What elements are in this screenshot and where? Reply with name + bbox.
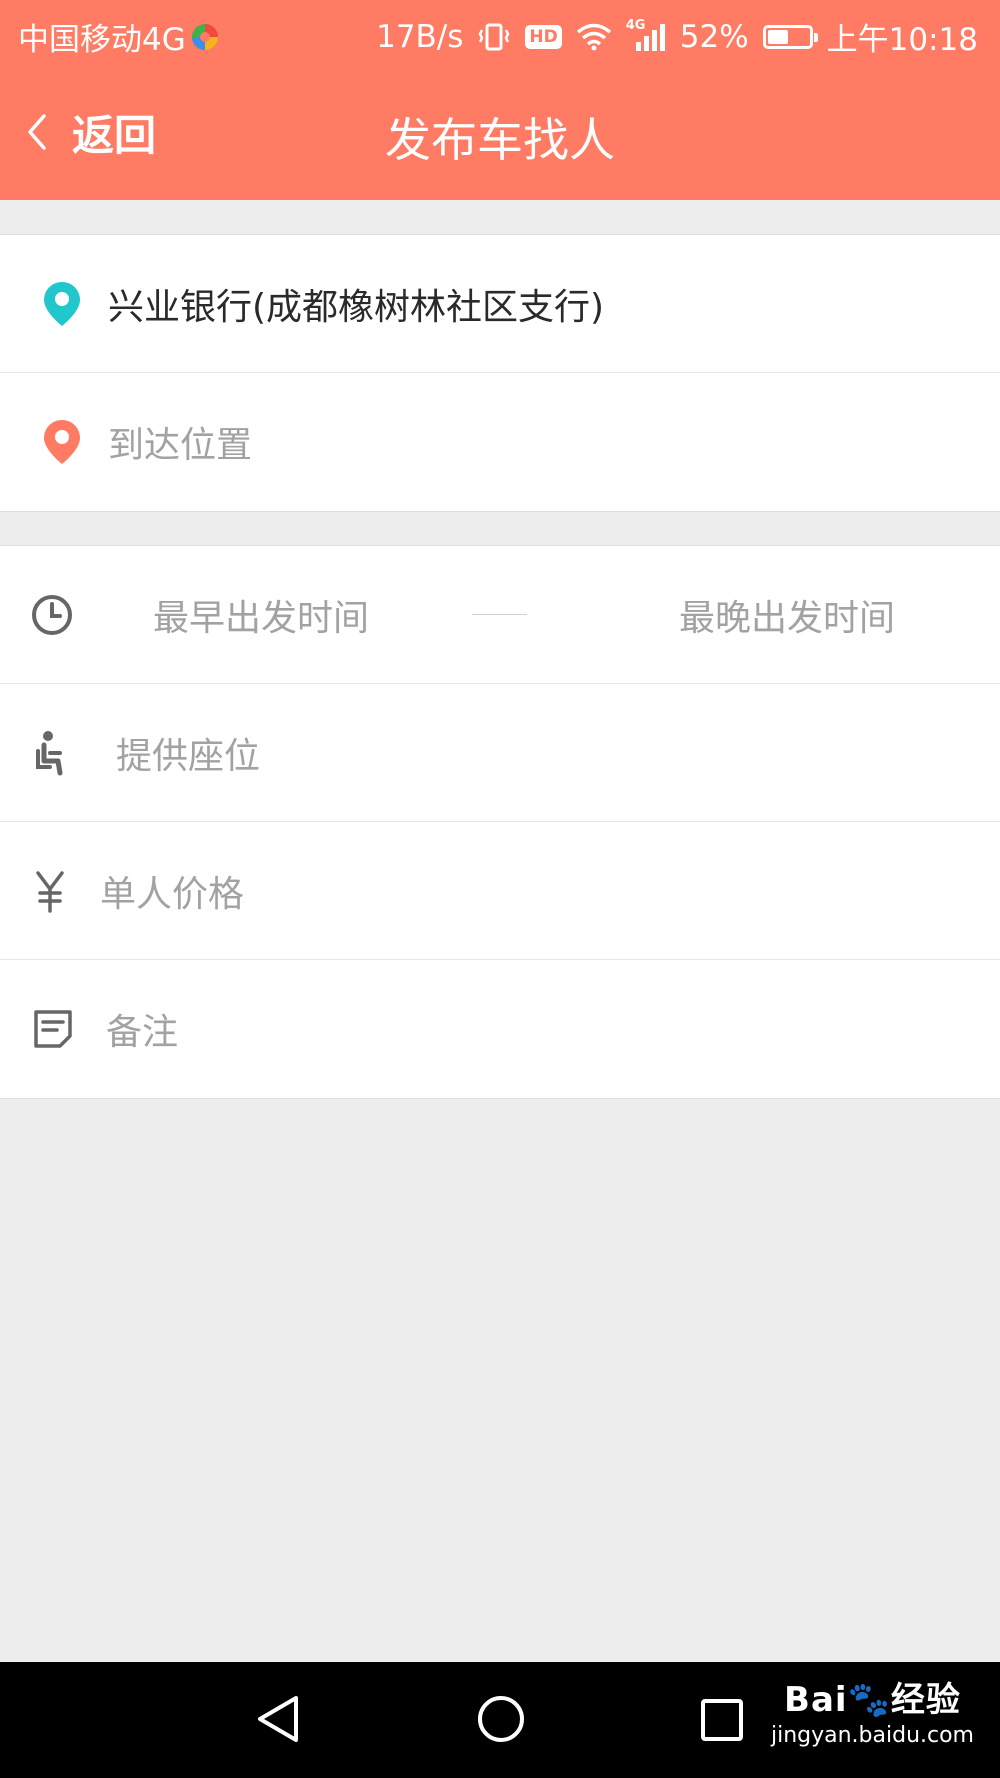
carrier-label: 中国移动4G bbox=[18, 22, 186, 58]
notes-icon bbox=[34, 1010, 72, 1048]
status-bar: 中国移动4G 17B/s HD 4G 52% 上午10:18 bbox=[0, 0, 1000, 66]
paw-icon: 🐾 bbox=[847, 1680, 891, 1720]
notes-input: 备注 bbox=[106, 1012, 179, 1053]
nav-home-button[interactable] bbox=[476, 1694, 526, 1744]
watermark-logo-right: 经验 bbox=[890, 1680, 961, 1720]
yuan-icon bbox=[36, 870, 64, 913]
battery-percent: 52% bbox=[679, 18, 749, 55]
app-notification-icon bbox=[191, 23, 218, 50]
seats-input: 提供座位 bbox=[116, 735, 261, 777]
destination-pin-icon bbox=[44, 420, 80, 464]
battery-icon bbox=[762, 24, 818, 49]
baidu-jingyan-watermark: Bai🐾经验 jingyan.baidu.com bbox=[771, 1672, 974, 1748]
page-title: 发布车找人 bbox=[385, 113, 615, 167]
notes-row[interactable]: 备注 bbox=[0, 960, 1000, 1098]
seats-row[interactable]: 提供座位 bbox=[0, 684, 1000, 822]
net-speed: 17B/s bbox=[376, 18, 464, 55]
hd-badge: HD bbox=[525, 24, 562, 49]
trip-details-section: 最早出发时间 最晚出发时间 提供座位 单人价格 备注 bbox=[0, 545, 1000, 1099]
status-left: 中国移动4G bbox=[18, 14, 220, 59]
route-section: 兴业银行(成都橡树林社区支行) 到达位置 bbox=[0, 234, 1000, 512]
system-nav-bar: Bai🐾经验 jingyan.baidu.com bbox=[0, 1662, 1000, 1778]
vibrate-icon bbox=[479, 23, 510, 50]
seat-icon bbox=[36, 730, 63, 775]
watermark-url: jingyan.baidu.com bbox=[770, 1723, 974, 1748]
departure-time-row: 最早出发时间 最晚出发时间 bbox=[0, 546, 1000, 684]
destination-input: 到达位置 bbox=[108, 425, 253, 466]
watermark-logo-left: Bai bbox=[784, 1680, 848, 1720]
start-location-row[interactable]: 兴业银行(成都橡树林社区支行) bbox=[0, 235, 1000, 373]
watermark-logo: Bai🐾经验 bbox=[771, 1672, 974, 1721]
start-location-text: 兴业银行(成都橡树林社区支行) bbox=[108, 286, 605, 328]
price-input: 单人价格 bbox=[100, 873, 245, 915]
price-row[interactable]: 单人价格 bbox=[0, 822, 1000, 960]
time-range-divider bbox=[472, 614, 527, 615]
nav-back-button[interactable] bbox=[256, 1694, 300, 1744]
signal-bars-icon bbox=[635, 23, 665, 51]
destination-row[interactable]: 到达位置 bbox=[0, 373, 1000, 511]
status-right: 17B/s HD 4G 52% 上午10:18 bbox=[376, 14, 978, 59]
battery-fill bbox=[767, 29, 788, 44]
wifi-icon bbox=[576, 23, 611, 50]
nav-recents-button[interactable] bbox=[700, 1698, 744, 1742]
title-bar: 返回 发布车找人 bbox=[0, 66, 1000, 200]
latest-time-field[interactable]: 最晚出发时间 bbox=[679, 589, 895, 641]
clock: 上午10:18 bbox=[826, 22, 978, 58]
earliest-time-field[interactable]: 最早出发时间 bbox=[153, 589, 369, 641]
cell-signal: 4G bbox=[626, 18, 666, 52]
clock-icon bbox=[32, 594, 72, 635]
start-location-pin-icon bbox=[44, 281, 80, 326]
